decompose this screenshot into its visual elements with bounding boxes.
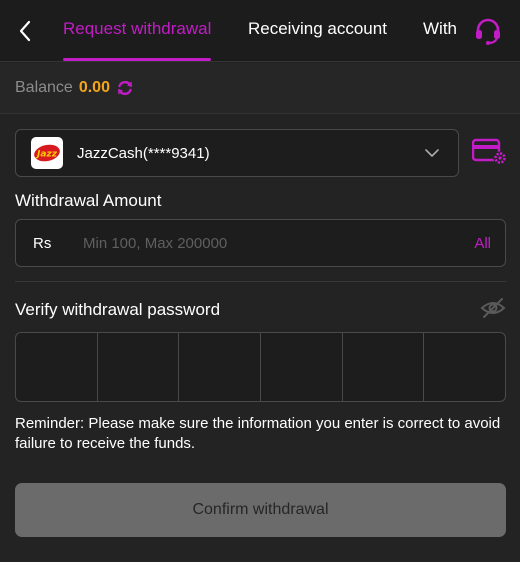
currency-symbol: Rs bbox=[33, 234, 52, 252]
password-digit-cell[interactable] bbox=[261, 333, 343, 401]
balance-value: 0.00 bbox=[78, 79, 110, 96]
card-settings-button[interactable] bbox=[471, 137, 508, 167]
top-navigation-bar: Request withdrawal Receiving account Wit… bbox=[0, 0, 520, 62]
tab-label: Receiving account bbox=[248, 19, 387, 38]
section-divider bbox=[15, 281, 506, 282]
chevron-left-icon bbox=[19, 20, 31, 42]
tab-withdrawal-records[interactable]: With bbox=[423, 0, 457, 62]
balance-row: Balance 0.00 bbox=[0, 63, 520, 114]
withdrawal-amount-input[interactable] bbox=[83, 234, 475, 252]
password-digit-cell[interactable] bbox=[179, 333, 262, 401]
tab-request-withdrawal[interactable]: Request withdrawal bbox=[63, 0, 212, 62]
verify-password-title: Verify withdrawal password bbox=[15, 300, 221, 319]
withdrawal-amount-field: Rs All bbox=[15, 219, 506, 267]
card-settings-icon bbox=[471, 138, 507, 165]
svg-text:Jazz: Jazz bbox=[35, 150, 58, 160]
back-button[interactable] bbox=[12, 16, 38, 46]
tab-label: With bbox=[423, 19, 457, 38]
reminder-text: Reminder: Please make sure the informati… bbox=[15, 415, 501, 452]
password-input-grid bbox=[15, 332, 506, 402]
all-amount-button[interactable]: All bbox=[474, 235, 491, 252]
chevron-down-icon bbox=[425, 149, 439, 157]
password-digit-cell[interactable] bbox=[16, 333, 98, 401]
balance-label: Balance bbox=[15, 79, 73, 96]
password-digit-cell[interactable] bbox=[343, 333, 425, 401]
receiving-account-select[interactable]: Jazz JazzCash(****9341) bbox=[15, 129, 459, 177]
customer-support-button[interactable] bbox=[470, 14, 506, 48]
password-digit-cell[interactable] bbox=[424, 333, 505, 401]
tab-label: Request withdrawal bbox=[63, 19, 212, 38]
active-tab-indicator bbox=[63, 58, 212, 61]
headset-icon bbox=[476, 18, 500, 45]
password-digit-cell[interactable] bbox=[98, 333, 180, 401]
tab-receiving-account[interactable]: Receiving account bbox=[248, 0, 387, 62]
refresh-icon[interactable] bbox=[116, 79, 134, 97]
eye-off-icon[interactable] bbox=[480, 297, 506, 324]
selected-account-label: JazzCash(****9341) bbox=[77, 144, 210, 162]
confirm-withdrawal-button[interactable]: Confirm withdrawal bbox=[15, 483, 506, 537]
jazzcash-logo: Jazz bbox=[31, 137, 63, 169]
withdrawal-amount-title: Withdrawal Amount bbox=[15, 191, 162, 210]
